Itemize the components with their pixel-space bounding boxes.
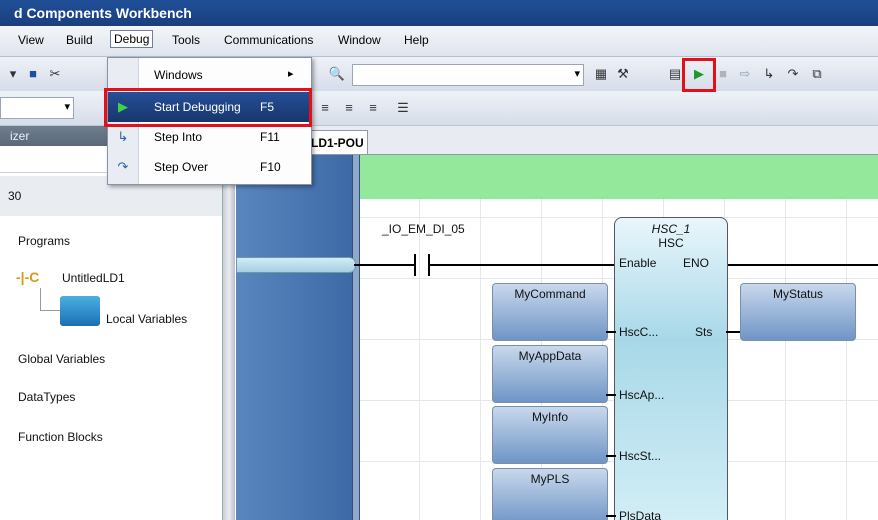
bullets-icon[interactable]: ☰ — [394, 99, 412, 117]
submenu-arrow-icon: ▸ — [288, 68, 294, 80]
start-debugging-highlight — [104, 88, 312, 127]
ladder-program-icon: -|-C — [16, 269, 40, 285]
menu-item-label: Step Over — [154, 160, 209, 174]
save-icon[interactable]: ■ — [24, 65, 42, 83]
power-rail-line — [352, 155, 360, 520]
font-combo[interactable]: ▾ — [0, 97, 74, 119]
step-over-icon: ↷ — [117, 159, 129, 174]
sts-wire — [726, 331, 740, 333]
align-left-icon[interactable]: ≡ — [316, 99, 334, 117]
pin-wire — [606, 331, 616, 333]
align-center-icon[interactable]: ≡ — [340, 99, 358, 117]
left-power-rail — [236, 155, 352, 520]
combo-arrow-icon[interactable]: ▾ — [574, 67, 580, 80]
hsc-function-block[interactable]: HSC_1 HSC Enable ENO HscC... Sts HscAp..… — [614, 217, 728, 520]
editor-tabs: LD1-POU — [236, 126, 878, 155]
pin-sts: Sts — [695, 325, 713, 339]
tree-local-variables[interactable]: Local Variables — [106, 312, 187, 326]
tree-connector — [40, 310, 60, 311]
pin-enable: Enable — [619, 256, 657, 270]
controller-label: 30 — [8, 189, 22, 203]
search-combo[interactable]: ▾ — [352, 64, 584, 86]
tab-label: LD1-POU — [311, 136, 364, 150]
eno-wire — [726, 264, 878, 266]
tree-function-blocks[interactable]: Function Blocks — [18, 430, 103, 444]
continue-icon[interactable]: ⇨ — [736, 65, 754, 83]
cut-icon[interactable]: ✂ — [46, 65, 64, 83]
variable-mystatus[interactable]: MyStatus — [740, 283, 856, 341]
variable-label: MyStatus — [772, 287, 823, 301]
tree-global-variables[interactable]: Global Variables — [18, 352, 105, 366]
organizer-title: izer — [10, 129, 30, 143]
block-type: HSC — [658, 236, 684, 250]
combo-arrow-icon[interactable]: ▾ — [64, 100, 70, 113]
align-right-icon[interactable]: ≡ — [364, 99, 382, 117]
ladder-editor[interactable]: _IO_EM_DI_05 HSC_1 HSC Enable ENO HscC..… — [236, 155, 878, 520]
variable-label: MyInfo — [531, 410, 568, 424]
menu-item-windows[interactable]: Windows ▸ — [108, 60, 311, 90]
project-organizer: izer 30 Programs -|-C UntitledLD1 Local … — [0, 126, 223, 520]
menu-item-shortcut: F10 — [260, 160, 281, 174]
step-over-icon[interactable]: ↷ — [784, 65, 802, 83]
pin-eno: ENO — [683, 256, 710, 270]
pin-plsdata: PlsData — [619, 509, 662, 520]
menu-item-label: Windows — [154, 68, 203, 82]
menu-debug[interactable]: Debug — [110, 30, 154, 48]
menu-communications[interactable]: Communications — [224, 33, 313, 47]
menu-build[interactable]: Build — [66, 33, 93, 47]
tree-untitledld1[interactable]: UntitledLD1 — [62, 271, 125, 285]
panel-splitter[interactable] — [223, 126, 235, 520]
pin-wire — [606, 515, 616, 517]
pin-hscc: HscC... — [619, 325, 659, 339]
breakpoint-icon[interactable]: ⧉ — [808, 65, 826, 83]
menu-item-shortcut: F11 — [260, 130, 280, 144]
rung-wire — [354, 264, 414, 266]
pin-hscap: HscAp... — [619, 388, 665, 402]
variable-mycommand[interactable]: MyCommand — [492, 283, 608, 341]
rung-marker[interactable] — [236, 257, 356, 273]
tab-ld1-pou[interactable]: LD1-POU — [306, 130, 368, 154]
step-into-icon[interactable]: ↳ — [760, 65, 778, 83]
step-into-icon: ↳ — [117, 129, 129, 144]
variable-myinfo[interactable]: MyInfo — [492, 406, 608, 464]
menu-bar: View Build Debug Tools Communications Wi… — [0, 26, 878, 57]
run-button-highlight — [682, 58, 716, 92]
variable-mypls[interactable]: MyPLS — [492, 468, 608, 520]
variable-label: MyPLS — [530, 472, 570, 486]
tree-datatypes[interactable]: DataTypes — [18, 390, 75, 404]
find-icon[interactable]: 🔍 — [328, 65, 346, 83]
rung-header — [360, 155, 878, 199]
block-instance-name[interactable]: HSC_1 — [615, 222, 727, 236]
tree-programs[interactable]: Programs — [18, 234, 70, 248]
menu-tools[interactable]: Tools — [172, 33, 200, 47]
pin-hscst: HscSt... — [619, 449, 662, 463]
variable-label: MyAppData — [518, 349, 582, 363]
title-bar: d Components Workbench — [0, 0, 878, 26]
dropdown-arrow-icon[interactable]: ▾ — [4, 65, 22, 83]
build-tools-icon[interactable]: ⚒ — [614, 65, 632, 83]
contact-left-bar — [414, 254, 416, 276]
menu-item-step-over[interactable]: ↷ Step Over F10 — [108, 152, 311, 182]
stop-icon[interactable]: ■ — [714, 65, 732, 83]
menu-help[interactable]: Help — [404, 33, 429, 47]
variable-label: MyCommand — [514, 287, 586, 301]
contact-label[interactable]: _IO_EM_DI_05 — [382, 222, 465, 236]
menu-item-label: Step Into — [154, 130, 203, 144]
properties-icon[interactable]: ▦ — [592, 65, 610, 83]
pin-wire — [606, 455, 616, 457]
variable-myappdata[interactable]: MyAppData — [492, 345, 608, 403]
menu-view[interactable]: View — [18, 33, 44, 47]
menu-window[interactable]: Window — [338, 33, 381, 47]
tree-connector — [40, 288, 41, 310]
pin-wire — [606, 394, 616, 396]
window-title: d Components Workbench — [14, 5, 192, 21]
local-variables-icon — [60, 296, 100, 326]
rung-wire — [430, 264, 614, 266]
